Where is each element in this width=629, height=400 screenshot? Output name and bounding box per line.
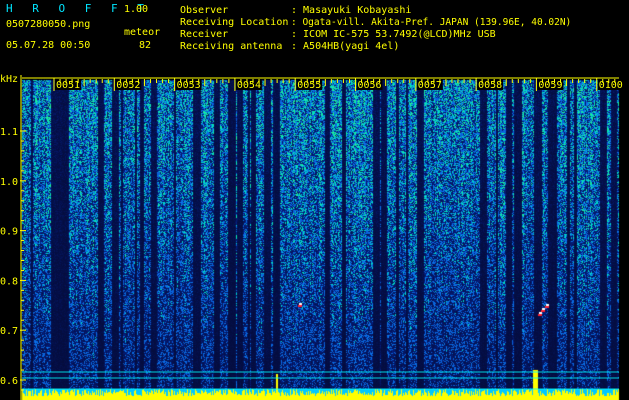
antenna-label: Receiving antenna	[180, 41, 283, 52]
observer-label: Observer	[180, 5, 229, 16]
app-version: 1.00	[124, 4, 149, 15]
file-name: 0507280050.png	[6, 19, 91, 30]
antenna-value: : A504HB(yagi 4el)	[291, 41, 400, 52]
spectrogram-canvas	[0, 75, 629, 400]
meteor-count-label: meteor	[124, 27, 161, 38]
capture-datetime: 05.07.28 00:50	[6, 40, 91, 51]
meteor-count-value: 82	[139, 40, 152, 51]
header-panel: H R O F F T 1.00 0507280050.png meteor 0…	[0, 0, 629, 75]
location-value: : Ogata-vill. Akita-Pref. JAPAN (139.96E…	[291, 17, 572, 28]
receiver-value: : ICOM IC-575 53.7492(@LCD)MHz USB	[291, 29, 496, 40]
receiver-label: Receiver	[180, 29, 229, 40]
observer-value: : Masayuki Kobayashi	[291, 5, 412, 16]
location-label: Receiving Location	[180, 17, 289, 28]
